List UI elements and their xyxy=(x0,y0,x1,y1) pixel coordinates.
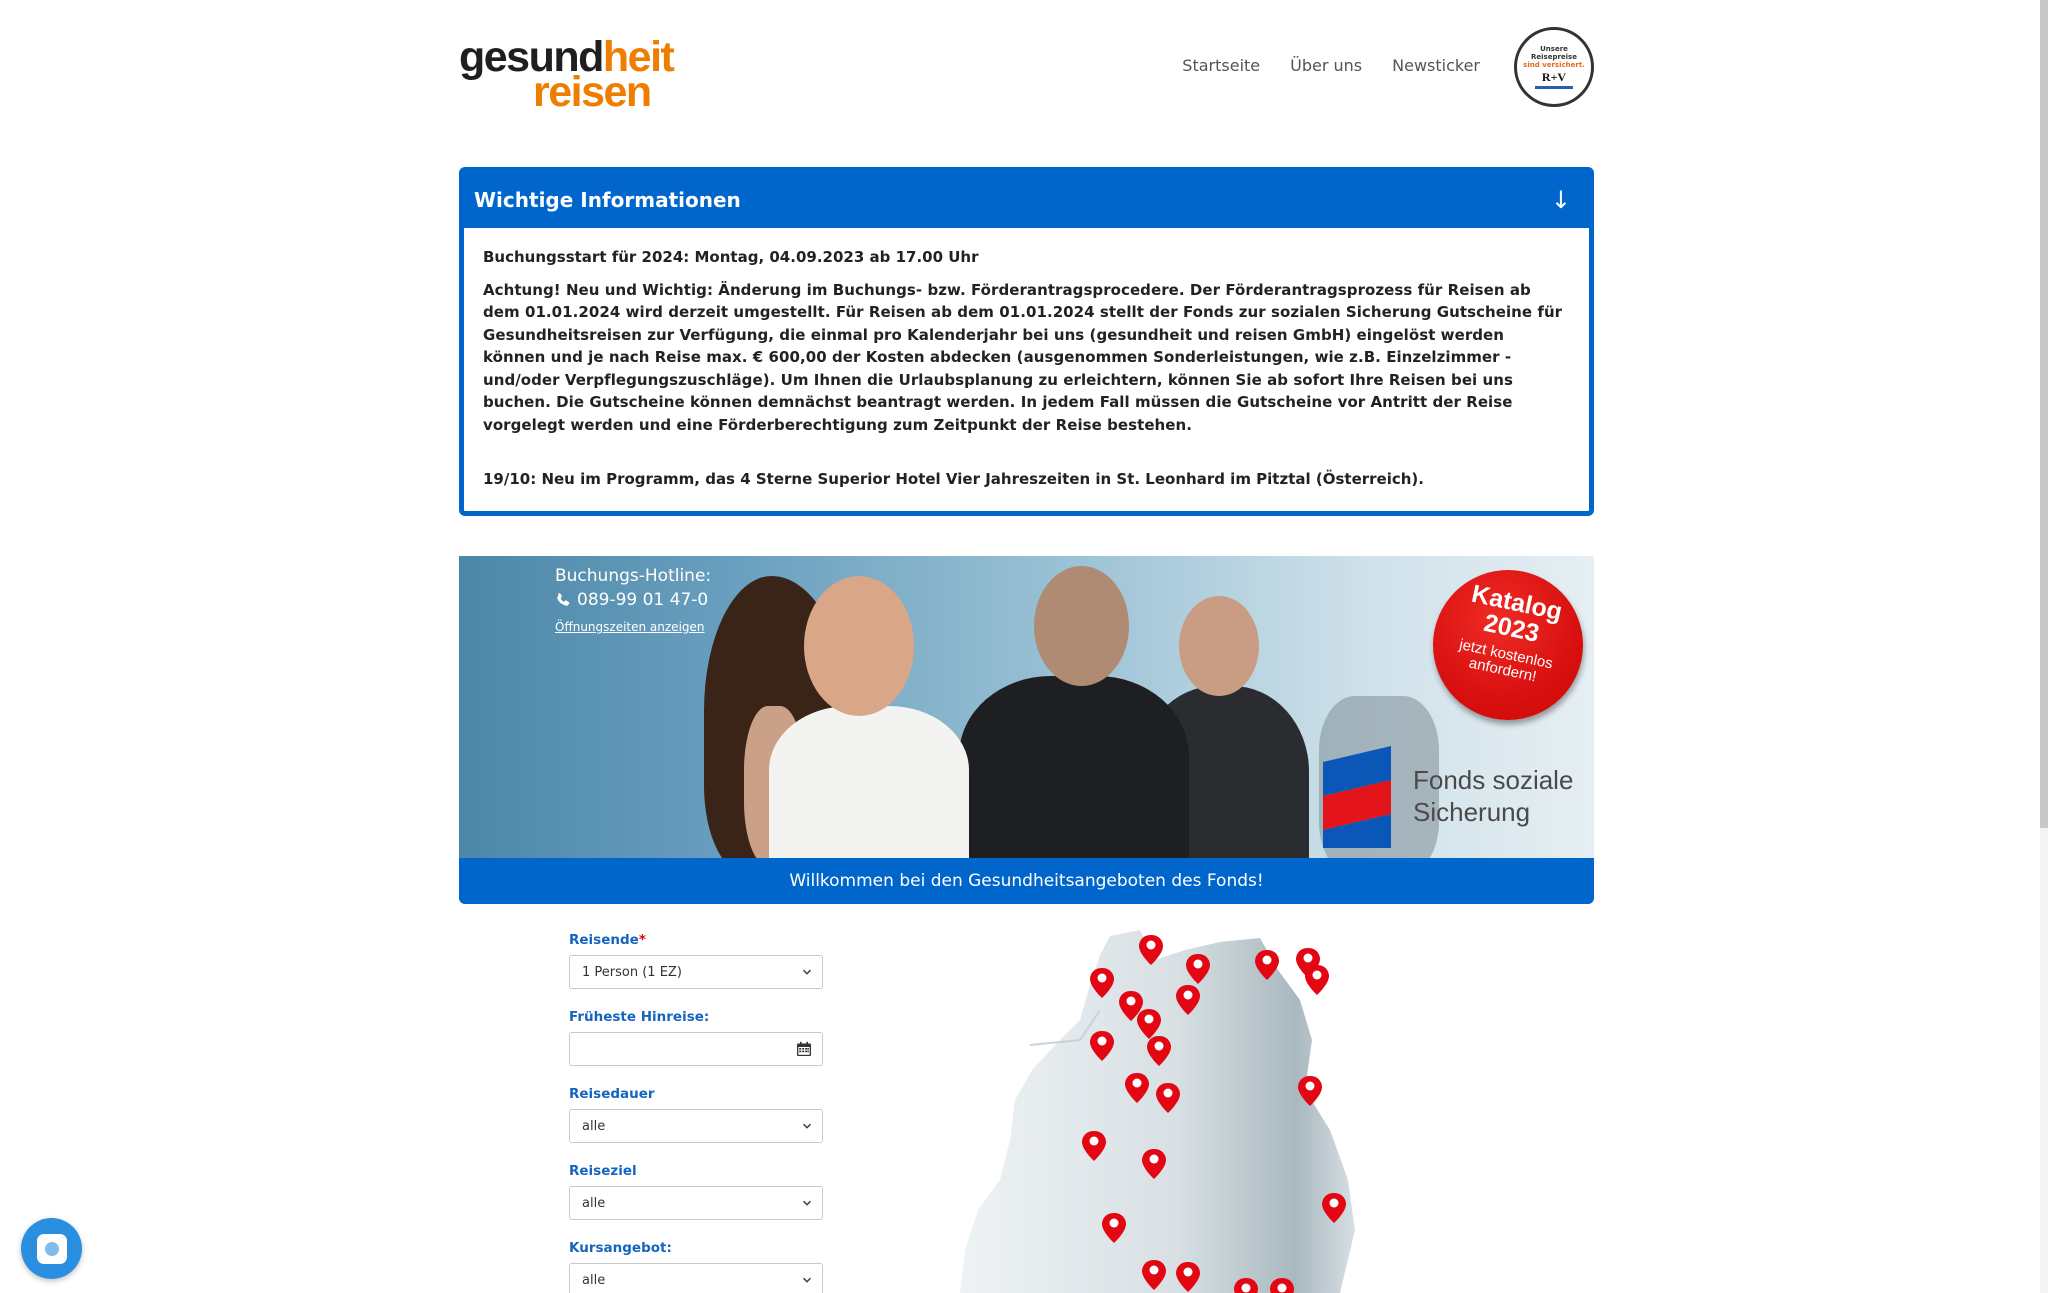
welcome-text: Willkommen bei den Gesundheitsangeboten … xyxy=(789,871,1264,891)
fonds-name-line1: Fonds soziale xyxy=(1413,765,1574,796)
info-panel-body: Buchungsstart für 2024: Montag, 04.09.20… xyxy=(464,228,1589,491)
hotline-number: 089-99 01 47-0 xyxy=(577,590,709,610)
badge-line3: sind versichert. xyxy=(1523,60,1585,69)
map-pin-icon[interactable] xyxy=(1305,965,1329,995)
required-mark: * xyxy=(638,932,646,948)
destination-value: alle xyxy=(582,1195,606,1211)
travelers-value: 1 Person (1 EZ) xyxy=(582,964,682,980)
nav-item-newsticker[interactable]: Newsticker xyxy=(1392,56,1480,75)
badge-divider xyxy=(1535,86,1573,90)
chevron-down-icon xyxy=(802,1277,812,1283)
chevron-down-icon xyxy=(802,1123,812,1129)
info-panel-header[interactable]: Wichtige Informationen ↓ xyxy=(464,172,1589,228)
course-label: Kursangebot: xyxy=(569,1240,672,1256)
hotline-title: Buchungs-Hotline: xyxy=(555,566,712,586)
germany-shape xyxy=(960,930,1355,1293)
info-notice: Achtung! Neu und Wichtig: Änderung im Bu… xyxy=(483,280,1563,434)
fonds-name-line2: Sicherung xyxy=(1413,796,1531,827)
travel-search-form: Reisende* 1 Person (1 EZ) Früheste Hinre… xyxy=(569,932,823,1293)
info-booking-start: Buchungsstart für 2024: Montag, 04.09.20… xyxy=(483,248,979,266)
destination-label: Reiseziel xyxy=(569,1163,637,1179)
important-info-panel: Wichtige Informationen ↓ Buchungsstart f… xyxy=(459,167,1594,516)
hero-banner: Buchungs-Hotline: 089-99 01 47-0 Öffnung… xyxy=(459,556,1594,859)
course-value: alle xyxy=(582,1272,606,1288)
badge-line2: Reisepreise xyxy=(1531,52,1577,61)
badge-logo: R+V xyxy=(1541,69,1567,84)
scrollbar-thumb[interactable] xyxy=(2040,0,2048,828)
nav-item-startseite[interactable]: Startseite xyxy=(1182,56,1260,75)
calendar-icon[interactable] xyxy=(796,1041,812,1057)
travelers-select[interactable]: 1 Person (1 EZ) xyxy=(569,955,823,989)
catalog-request-badge[interactable]: Katalog 2023 jetzt kostenlos anfordern! xyxy=(1419,556,1594,734)
duration-value: alle xyxy=(582,1118,606,1134)
earliest-departure-input[interactable] xyxy=(569,1032,823,1066)
booking-hotline: Buchungs-Hotline: 089-99 01 47-0 Öffnung… xyxy=(555,566,711,635)
chevron-down-icon xyxy=(802,1200,812,1206)
info-panel-title: Wichtige Informationen xyxy=(474,188,741,212)
person-figure xyxy=(804,576,914,716)
person-figure xyxy=(959,676,1189,859)
badge-line1: Unsere xyxy=(1540,44,1568,53)
chat-button[interactable] xyxy=(21,1218,82,1279)
site-logo[interactable]: gesundheit reisen xyxy=(459,36,675,114)
nav-item-ueber-uns[interactable]: Über uns xyxy=(1290,56,1362,75)
person-figure xyxy=(769,706,969,859)
person-figure xyxy=(1034,566,1129,686)
chat-icon xyxy=(36,1233,67,1264)
info-news: 19/10: Neu im Programm, das 4 Sterne Sup… xyxy=(483,470,1424,488)
duration-select[interactable]: alle xyxy=(569,1109,823,1143)
course-select[interactable]: alle xyxy=(569,1263,823,1293)
fonds-logo: Fonds soziale Sicherung xyxy=(1321,744,1573,849)
welcome-bar: Willkommen bei den Gesundheitsangeboten … xyxy=(459,858,1594,904)
arrow-down-icon[interactable]: ↓ xyxy=(1551,186,1571,214)
destination-select[interactable]: alle xyxy=(569,1186,823,1220)
main-nav: Startseite Über uns Newsticker xyxy=(1182,56,1480,75)
opening-hours-link[interactable]: Öffnungszeiten anzeigen xyxy=(555,620,705,634)
person-figure xyxy=(1179,596,1259,696)
chevron-down-icon xyxy=(802,969,812,975)
hotline-phone[interactable]: 089-99 01 47-0 xyxy=(555,590,711,610)
travelers-label: Reisende* xyxy=(569,932,646,948)
phone-icon xyxy=(557,592,570,606)
chat-icon-dot xyxy=(44,1241,59,1256)
page-scrollbar[interactable] xyxy=(2040,0,2048,1293)
earliest-departure-label: Früheste Hinreise: xyxy=(569,1009,710,1025)
fonds-s-icon xyxy=(1323,746,1391,848)
duration-label: Reisedauer xyxy=(569,1086,655,1102)
site-header: gesundheit reisen Startseite Über uns Ne… xyxy=(459,0,1594,140)
germany-destination-map[interactable] xyxy=(960,930,1420,1293)
insurance-badge[interactable]: Unsere Reisepreise sind versichert. R+V xyxy=(1514,27,1594,107)
